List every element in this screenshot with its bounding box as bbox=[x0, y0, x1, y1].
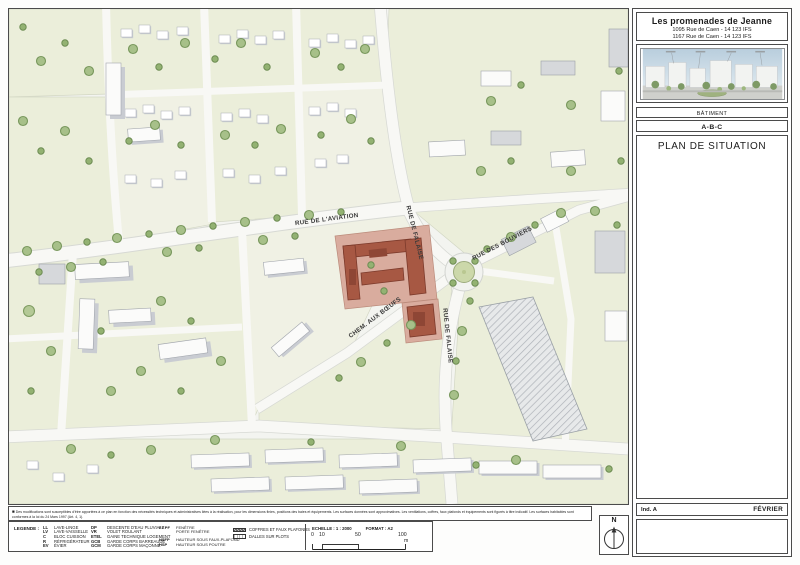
empty-cartouche-box bbox=[636, 519, 788, 554]
coffres-swatch-icon bbox=[233, 528, 246, 533]
scale-bar bbox=[312, 541, 412, 551]
scale-section: ECHELLE : 1 : 2000 FORMAT : A2 0 10 50 1… bbox=[305, 524, 427, 550]
project-rendering-image bbox=[640, 48, 785, 100]
project-rendering-box bbox=[636, 44, 788, 103]
disclaimer-note: ■Des modifications sont susceptibles d'ê… bbox=[8, 506, 592, 521]
revision-row: Ind. A FÉVRIER bbox=[636, 503, 788, 516]
plan-title-box: PLAN DE SITUATION bbox=[636, 135, 788, 499]
scale-format: FORMAT : A2 bbox=[366, 526, 393, 531]
project-title: Les promenades de Jeanne bbox=[637, 16, 787, 26]
north-label: N bbox=[600, 516, 628, 524]
project-address-1: 1095 Rue de Caen - 14 123 IFS bbox=[637, 27, 787, 34]
scale-tick-0: 0 bbox=[311, 532, 314, 538]
project-address-2: 1167 Rue de Caen - 14 123 IFS bbox=[637, 34, 787, 41]
north-indicator: N bbox=[599, 515, 629, 555]
scale-tick-50: 50 bbox=[355, 532, 361, 538]
legend-bar: LEGENDE : LLLAVE-LINGE LVLAVE-VAISSELLE … bbox=[8, 521, 433, 552]
batiment-label: BÂTIMENT bbox=[636, 107, 788, 118]
legend-column-3: F / PFFENÊTRE PORTE FENÊTRE HSFPHAUTEUR … bbox=[159, 526, 240, 548]
site-plan-map: RUE DE L'AVIATION RUE DE FALAISE RUE DES… bbox=[9, 9, 628, 504]
dalles-swatch-icon bbox=[233, 534, 246, 539]
batiment-value: A-B-C bbox=[636, 120, 788, 132]
legend-column-1: LLLAVE-LINGE LVLAVE-VAISSELLE CBLOC CUIS… bbox=[43, 526, 90, 550]
disclaimer-line1: Des modifications sont susceptibles d'êt… bbox=[16, 510, 535, 514]
disclaimer-bullet-icon: ■ bbox=[12, 509, 15, 514]
north-arrow-icon bbox=[600, 524, 628, 552]
revision-index: Ind. A bbox=[641, 507, 657, 513]
situation-map-frame: RUE DE L'AVIATION RUE DE FALAISE RUE DES… bbox=[8, 8, 629, 505]
revision-date: FÉVRIER bbox=[753, 506, 783, 513]
scale-echelle: ECHELLE : 1 : 2000 bbox=[312, 526, 352, 531]
scale-tick-10: 10 bbox=[319, 532, 325, 538]
project-header: Les promenades de Jeanne 1095 Rue de Cae… bbox=[636, 12, 788, 41]
legend-swatches: COFFRES ET FAUX PLAFONDS DALLES SUR PLOT… bbox=[233, 527, 310, 540]
plan-title: PLAN DE SITUATION bbox=[637, 141, 787, 152]
legend-title: LEGENDE : bbox=[14, 526, 39, 531]
